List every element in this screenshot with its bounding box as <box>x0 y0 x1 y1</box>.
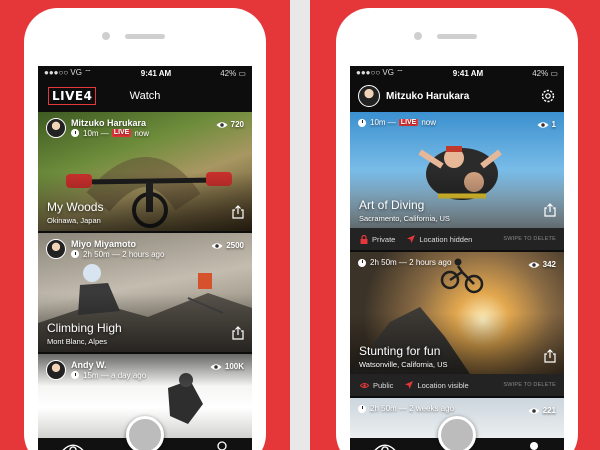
video-title[interactable]: Climbing High <box>47 321 122 335</box>
card-meta: 2h 50m — 2 hours ago <box>358 258 451 267</box>
clock-icon <box>71 371 79 380</box>
record-button[interactable] <box>126 416 164 450</box>
view-count: 1 <box>537 120 556 129</box>
status-bar: ●●●○○ VG ⌔ 9:41 AM 42% ▭ <box>38 66 252 80</box>
privacy-setting[interactable]: Public <box>360 381 393 390</box>
card-meta: 2h 50m — 2 weeks ago <box>358 404 454 413</box>
view-count: 720 <box>216 120 244 129</box>
avatar[interactable] <box>46 239 66 259</box>
phone-profile: ●●●○○ VG ⌔ 9:41 AM 42% ▭ Mitzuko Harukar… <box>336 8 578 450</box>
view-count: 100K <box>210 362 244 371</box>
battery: 42% ▭ <box>220 68 246 78</box>
feed-card[interactable]: 2h 50m — 2 hours ago 342 Stunting for fu… <box>350 252 564 374</box>
avatar[interactable] <box>46 118 66 138</box>
location-setting[interactable]: Location hidden <box>407 235 472 244</box>
share-icon[interactable] <box>232 326 244 340</box>
feed-card[interactable]: Mitzuko Harukara 10m — LIVE now 720 My W… <box>38 112 252 231</box>
live-badge: LIVE <box>398 119 419 126</box>
privacy-bar: Private Location hidden SWIPE TO DELETE <box>350 228 564 250</box>
share-icon[interactable] <box>544 349 556 363</box>
earpiece-speaker <box>125 34 165 39</box>
card-meta: Mitzuko Harukara 10m — LIVE now <box>46 118 149 138</box>
feed-card[interactable]: 10m — LIVE now 1 Art of Diving Sacrament… <box>350 112 564 228</box>
eye-icon <box>537 121 549 128</box>
eye-icon[interactable] <box>62 443 84 450</box>
username[interactable]: Mitzuko Harukara <box>71 118 149 128</box>
status-bar: ●●●○○ VG ⌔ 9:41 AM 42% ▭ <box>350 66 564 80</box>
clock-time: 9:41 AM <box>140 68 172 78</box>
eye-icon <box>216 121 228 128</box>
eye-icon <box>360 382 369 388</box>
username[interactable]: Miyo Miyamoto <box>71 239 164 249</box>
record-button[interactable] <box>438 416 476 450</box>
carrier: ●●●○○ VG ⌔ <box>44 68 92 77</box>
avatar[interactable] <box>46 360 66 380</box>
location-arrow-icon <box>405 381 414 389</box>
feed-card[interactable]: Miyo Miyamoto 2h 50m — 2 hours ago 2500 … <box>38 233 252 352</box>
clock-icon <box>71 250 79 259</box>
share-icon[interactable] <box>232 205 244 219</box>
profile-screen: ●●●○○ VG ⌔ 9:41 AM 42% ▭ Mitzuko Harukar… <box>350 66 564 450</box>
card-meta: 10m — LIVE now <box>358 118 436 127</box>
earpiece-speaker <box>437 34 477 39</box>
eye-icon[interactable] <box>374 443 396 450</box>
view-count: 221 <box>528 406 556 415</box>
privacy-setting[interactable]: Private <box>360 234 395 244</box>
view-count: 2500 <box>211 241 244 250</box>
clock-icon <box>358 118 366 127</box>
video-location: Sacramento, California, US <box>359 214 450 223</box>
eye-icon <box>210 363 222 370</box>
nav-bar: Mitzuko Harukara <box>350 80 564 112</box>
privacy-bar: Public Location visible SWIPE TO DELETE <box>350 374 564 396</box>
time-info: 10m — LIVE now <box>71 129 149 138</box>
card-meta: Miyo Miyamoto 2h 50m — 2 hours ago <box>46 239 164 259</box>
gear-icon[interactable] <box>540 88 556 104</box>
video-title[interactable]: Stunting for fun <box>359 344 440 358</box>
battery: 42% ▭ <box>532 68 558 78</box>
video-location: Okinawa, Japan <box>47 216 101 225</box>
front-camera <box>414 32 422 40</box>
share-icon[interactable] <box>544 203 556 217</box>
clock-time: 9:41 AM <box>452 68 484 78</box>
eye-icon <box>528 407 540 414</box>
time-info: 10m — LIVE now <box>358 118 436 127</box>
time-info: 2h 50m — 2 hours ago <box>358 258 451 267</box>
video-title[interactable]: Art of Diving <box>359 198 424 212</box>
video-location: Mont Blanc, Alpes <box>47 337 108 346</box>
live-badge: LIVE <box>111 129 132 138</box>
swipe-hint: SWIPE TO DELETE <box>503 382 556 388</box>
nav-bar: LIVE4 Watch <box>38 80 252 112</box>
view-count: 342 <box>528 260 556 269</box>
avatar[interactable] <box>358 85 380 107</box>
page-title: Watch <box>129 90 161 102</box>
eye-icon <box>528 261 540 268</box>
location-setting[interactable]: Location visible <box>405 381 469 390</box>
swipe-hint: SWIPE TO DELETE <box>503 236 556 242</box>
watch-screen: ●●●○○ VG ⌔ 9:41 AM 42% ▭ LIVE4 Watch Mit… <box>38 66 252 450</box>
clock-icon <box>358 258 366 267</box>
eye-icon <box>211 242 223 249</box>
time-info: 2h 50m — 2 hours ago <box>71 250 164 259</box>
username[interactable]: Andy W. <box>71 360 146 370</box>
location-arrow-icon <box>407 235 416 243</box>
card-meta: Andy W. 15m — a day ago <box>46 360 146 380</box>
phone-watch: ●●●○○ VG ⌔ 9:41 AM 42% ▭ LIVE4 Watch Mit… <box>24 8 266 450</box>
front-camera <box>102 32 110 40</box>
video-location: Watsonville, California, US <box>359 360 448 369</box>
time-info: 15m — a day ago <box>71 371 146 380</box>
lock-icon <box>360 234 368 244</box>
user-icon[interactable] <box>526 441 542 450</box>
time-info: 2h 50m — 2 weeks ago <box>358 404 454 413</box>
clock-icon <box>358 404 366 413</box>
profile-header: Mitzuko Harukara <box>358 85 469 107</box>
user-icon[interactable] <box>214 441 230 450</box>
profile-username: Mitzuko Harukara <box>386 90 470 102</box>
clock-icon <box>71 129 79 138</box>
carrier: ●●●○○ VG ⌔ <box>356 68 404 77</box>
video-title[interactable]: My Woods <box>47 200 103 214</box>
